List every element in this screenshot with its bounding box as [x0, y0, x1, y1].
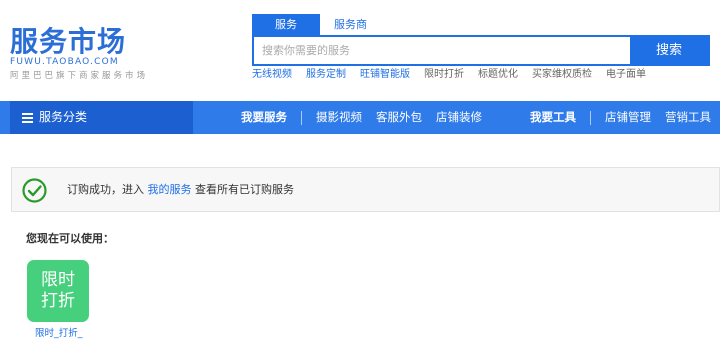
notice-suffix: 查看所有已订购服务: [195, 183, 294, 196]
search-tab-providers[interactable]: 服务商: [320, 14, 381, 35]
tool-card-text: 限时 打折: [41, 270, 75, 311]
nav-item-marketing-tools[interactable]: 营销工具: [665, 101, 711, 134]
nav-items: 我要服务 摄影视频 客服外包 店铺装修 我要工具 店铺管理 营销工具: [241, 101, 720, 134]
nav-divider: [590, 110, 591, 125]
search-tab-services[interactable]: 服务: [252, 14, 320, 35]
available-tools-label: 您现在可以使用：: [26, 232, 114, 245]
hot-link-wireless-video[interactable]: 无线视频: [252, 68, 292, 82]
hot-link-e-waybill[interactable]: 电子面单: [606, 68, 646, 82]
my-services-link[interactable]: 我的服务: [148, 183, 192, 196]
success-check-icon: [22, 178, 47, 203]
hot-link-custom-service[interactable]: 服务定制: [306, 68, 346, 82]
nav-divider: [301, 110, 302, 125]
hamburger-icon: [22, 113, 33, 123]
hot-link-buyer-rights[interactable]: 买家维权质检: [532, 68, 592, 82]
notice-text: 订购成功，进入 我的服务 查看所有已订购服务: [67, 168, 294, 211]
nav-item-want-tools[interactable]: 我要工具: [530, 101, 576, 134]
logo-title: 服务市场: [10, 25, 127, 58]
hot-link-smart-shop[interactable]: 旺铺智能版: [360, 68, 410, 82]
logo-domain: FUWU.TAOBAO.COM: [10, 57, 119, 67]
search-input[interactable]: [254, 37, 630, 64]
hot-link-limited-discount[interactable]: 限时打折: [424, 68, 464, 82]
main-navbar: 服务分类 我要服务 摄影视频 客服外包 店铺装修 我要工具 店铺管理 营销工具: [0, 101, 720, 134]
nav-item-shop-management[interactable]: 店铺管理: [605, 101, 651, 134]
nav-category-menu[interactable]: 服务分类: [10, 101, 193, 134]
search-box: 搜索: [252, 35, 710, 66]
hot-search-links: 无线视频 服务定制 旺铺智能版 限时打折 标题优化 买家维权质检 电子面单: [252, 68, 660, 82]
site-logo[interactable]: 服务市场 FUWU.TAOBAO.COM 阿里巴巴旗下商家服务市场: [10, 26, 180, 86]
logo-slogan: 阿里巴巴旗下商家服务市场: [10, 71, 149, 81]
nav-item-photo-video[interactable]: 摄影视频: [316, 101, 362, 134]
order-success-notice: 订购成功，进入 我的服务 查看所有已订购服务: [11, 167, 720, 212]
search-tabs: 服务 服务商: [252, 14, 381, 35]
tool-card-limited-discount[interactable]: 限时 打折: [27, 260, 89, 322]
nav-item-want-service[interactable]: 我要服务: [241, 101, 287, 134]
nav-item-cs-outsourcing[interactable]: 客服外包: [376, 101, 422, 134]
tool-caption-link[interactable]: 限时_打折_: [35, 325, 83, 339]
nav-category-label: 服务分类: [39, 110, 88, 124]
notice-prefix: 订购成功，进入: [67, 183, 144, 196]
search-button[interactable]: 搜索: [630, 37, 708, 64]
nav-item-shop-decoration[interactable]: 店铺装修: [436, 101, 482, 134]
hot-link-title-optimize[interactable]: 标题优化: [478, 68, 518, 82]
